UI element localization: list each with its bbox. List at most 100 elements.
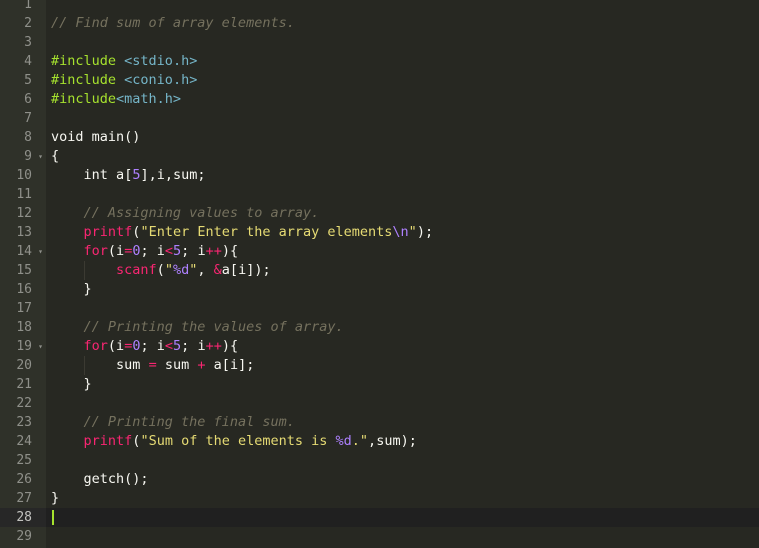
- line-number: 15: [0, 261, 46, 280]
- punctuation: (: [156, 262, 165, 278]
- code-line[interactable]: for(i=0; i<5; i++){: [46, 337, 759, 356]
- line-number-label: 12: [16, 206, 32, 221]
- line-number: 23: [0, 413, 46, 432]
- punctuation: ],: [140, 167, 157, 183]
- line-number-label: 19: [16, 339, 32, 354]
- line-number: 28: [0, 508, 46, 527]
- punctuation: ;: [197, 167, 206, 183]
- line-number: 1: [0, 0, 46, 14]
- code-line[interactable]: [46, 33, 759, 52]
- line-number: 5: [0, 71, 46, 90]
- punctuation: (: [107, 338, 117, 354]
- preprocessor-directive: #include: [51, 72, 117, 88]
- code-line[interactable]: [46, 299, 759, 318]
- punctuation: ,: [197, 262, 206, 278]
- line-number: 8: [0, 128, 46, 147]
- line-number: 13: [0, 223, 46, 242]
- code-line[interactable]: }: [46, 375, 759, 394]
- punctuation: ]);: [246, 262, 271, 278]
- code-line[interactable]: [46, 527, 759, 546]
- identifier: i: [116, 338, 125, 354]
- punctuation: }: [83, 281, 92, 297]
- code-line[interactable]: [46, 508, 759, 527]
- line-number-label: 25: [16, 453, 32, 468]
- code-line[interactable]: [46, 394, 759, 413]
- code-line[interactable]: for(i=0; i<5; i++){: [46, 242, 759, 261]
- code-line[interactable]: #include<math.h>: [46, 90, 759, 109]
- code-line[interactable]: void main(): [46, 128, 759, 147]
- code-line[interactable]: printf("Sum of the elements is %d.",sum)…: [46, 432, 759, 451]
- code-line[interactable]: [46, 451, 759, 470]
- punctuation: {: [51, 148, 60, 164]
- preprocessor-directive: #include: [51, 91, 117, 107]
- line-number: 19 ▾: [0, 337, 46, 356]
- punctuation: ){: [221, 338, 239, 354]
- code-line[interactable]: #include <conio.h>: [46, 71, 759, 90]
- line-number-label: 1: [24, 0, 32, 12]
- punctuation: [: [221, 357, 230, 373]
- code-line[interactable]: printf("Enter Enter the array elements\n…: [46, 223, 759, 242]
- punctuation: [: [229, 262, 239, 278]
- identifier: a: [213, 357, 222, 373]
- identifier: sum: [173, 167, 198, 183]
- line-number-label: 10: [16, 168, 32, 183]
- line-number-label: 14: [16, 244, 32, 259]
- code-editor[interactable]: 1 2 3 4 5 6 7 8 9 ▾ 10 11 12 13 14 ▾ 15 16 17 18 19 ▾ 20 21 22 23…: [0, 0, 759, 548]
- punctuation: }: [83, 376, 92, 392]
- code-line[interactable]: // Printing the values of array.: [46, 318, 759, 337]
- function-name: scanf: [116, 262, 157, 278]
- line-number: 25: [0, 451, 46, 470]
- line-number: 24: [0, 432, 46, 451]
- code-line[interactable]: // Printing the final sum.: [46, 413, 759, 432]
- function-name: printf: [83, 224, 133, 240]
- code-line[interactable]: // Assigning values to array.: [46, 204, 759, 223]
- identifier: i: [116, 243, 125, 259]
- line-number-label: 5: [24, 73, 32, 88]
- identifier: i: [156, 338, 165, 354]
- line-number: 21: [0, 375, 46, 394]
- code-line[interactable]: [46, 0, 759, 14]
- code-line[interactable]: [46, 109, 759, 128]
- format-specifier: %d: [335, 433, 352, 449]
- line-number-label: 24: [16, 434, 32, 449]
- punctuation: ();: [124, 471, 149, 487]
- line-number: 22: [0, 394, 46, 413]
- punctuation: ;: [140, 338, 149, 354]
- line-number-label: 20: [16, 358, 32, 373]
- line-number: 16: [0, 280, 46, 299]
- line-number-label: 13: [16, 225, 32, 240]
- code-line[interactable]: // Find sum of array elements.: [46, 14, 759, 33]
- number-literal: 5: [173, 243, 182, 259]
- code-area[interactable]: // Find sum of array elements. #include <…: [46, 0, 759, 548]
- identifier: a: [116, 167, 125, 183]
- line-number-label: 29: [16, 529, 32, 544]
- code-comment: // Assigning values to array.: [83, 205, 320, 221]
- fold-toggle-icon[interactable]: ▾: [38, 242, 43, 261]
- number-literal: 5: [173, 338, 182, 354]
- code-line[interactable]: {: [46, 147, 759, 166]
- code-line[interactable]: }: [46, 280, 759, 299]
- code-line[interactable]: }: [46, 489, 759, 508]
- code-line[interactable]: #include <stdio.h>: [46, 52, 759, 71]
- identifier: i: [229, 357, 239, 373]
- line-number: 2: [0, 14, 46, 33]
- punctuation: ,: [368, 433, 377, 449]
- code-line[interactable]: getch();: [46, 470, 759, 489]
- fold-toggle-icon[interactable]: ▾: [38, 337, 43, 356]
- code-line[interactable]: scanf("%d", &a[i]);: [46, 261, 759, 280]
- code-line[interactable]: int a[5],i,sum;: [46, 166, 759, 185]
- punctuation: );: [400, 433, 417, 449]
- code-line[interactable]: sum = sum + a[i];: [46, 356, 759, 375]
- fold-toggle-icon[interactable]: ▾: [38, 147, 43, 166]
- code-line[interactable]: [46, 185, 759, 204]
